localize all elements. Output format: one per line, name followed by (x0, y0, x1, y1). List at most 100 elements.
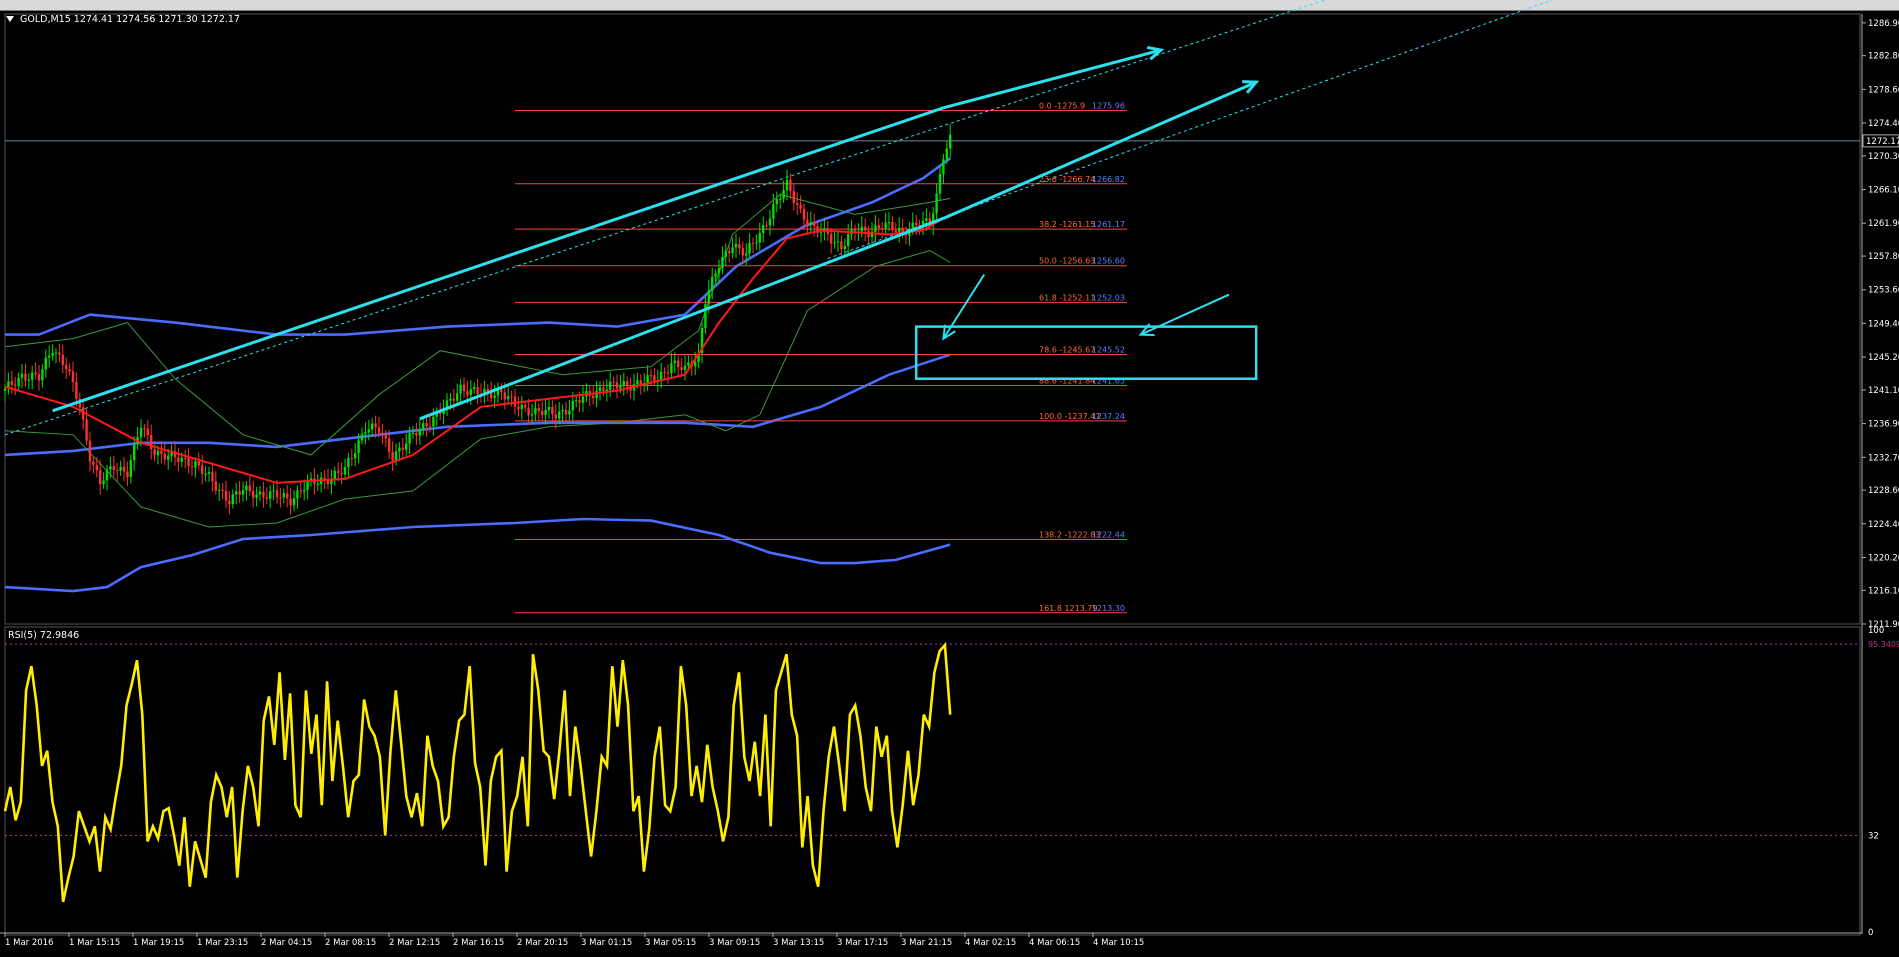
candle-body (561, 409, 564, 412)
candle (143, 423, 146, 438)
candle-body (564, 409, 568, 415)
candle (371, 418, 374, 437)
pointer-arrow[interactable] (1140, 293, 1230, 336)
candle (282, 488, 285, 504)
candle-body (354, 453, 357, 459)
channel-lower-line[interactable] (419, 217, 944, 421)
channel-upper-line[interactable] (52, 106, 944, 413)
candle-body (197, 461, 200, 466)
candle-body (54, 352, 58, 354)
candle-body (524, 404, 527, 408)
candle (299, 481, 302, 498)
candle (286, 484, 289, 508)
candle-body (333, 470, 336, 479)
candle-body (235, 491, 238, 495)
candle (320, 471, 323, 493)
rsi-pane[interactable] (3, 626, 1861, 936)
candle-body (422, 423, 425, 429)
chart-area[interactable]: 0.0 -1275.9 1275.96 23.6 -1266.741266.82 38… (0, 0, 1899, 957)
candle-body (75, 382, 78, 399)
candle (394, 443, 398, 466)
candle-body (456, 393, 459, 401)
candle (496, 382, 500, 404)
time-tick-label: 4 Mar 06:15 (1029, 938, 1080, 948)
candle-body (507, 396, 510, 400)
candle-body (677, 360, 680, 368)
channel-upper-arrow[interactable] (943, 48, 1162, 110)
candle (884, 212, 887, 236)
candle-body (775, 199, 778, 205)
candle (255, 487, 258, 507)
candle-body (680, 367, 683, 371)
candle-body (241, 490, 245, 495)
candle-body (847, 234, 850, 247)
candle-body (745, 253, 748, 256)
candle-body (449, 398, 452, 401)
candle (520, 395, 523, 420)
time-tick-label: 4 Mar 10:15 (1093, 938, 1144, 948)
candle-body (27, 379, 30, 381)
price-pane[interactable]: 0.0 -1275.9 1275.96 23.6 -1266.741266.82 38… (3, 0, 1861, 625)
candle (663, 367, 666, 380)
candle (82, 400, 85, 430)
price-tick-label: 1232.70 (1868, 453, 1899, 463)
candle (31, 365, 34, 390)
candle-body (92, 461, 95, 466)
candle (908, 221, 911, 246)
candle-body (133, 443, 136, 461)
candle-body (394, 451, 398, 461)
time-tick-label: 2 Mar 12:15 (389, 938, 440, 948)
candle-body (112, 466, 115, 470)
fib-level-label: 61.8 -1252.11 (1039, 293, 1095, 302)
candle (333, 466, 336, 486)
candle (347, 452, 350, 478)
candle-body (37, 374, 41, 381)
candle (585, 383, 588, 403)
candle-body (347, 458, 350, 468)
candle (677, 355, 680, 376)
candle-body (71, 371, 75, 383)
candle (92, 456, 95, 474)
price-tick-label: 1220.20 (1868, 553, 1899, 563)
candle (340, 462, 343, 485)
candle (228, 491, 231, 515)
candle (561, 404, 564, 421)
fib-level-label: 161.8 1213.79 (1039, 604, 1098, 613)
candle (102, 472, 105, 489)
time-tick-label: 4 Mar 02:15 (965, 938, 1016, 948)
candle (381, 424, 384, 445)
candle-body (527, 407, 530, 416)
triangle-down-icon[interactable] (6, 16, 14, 22)
candle-body (819, 231, 823, 233)
candle-body (367, 429, 370, 433)
time-tick-label: 1 Mar 15:15 (69, 938, 120, 948)
candle-body (211, 472, 214, 482)
candle (609, 372, 612, 397)
candle (279, 488, 282, 508)
candle-body (945, 148, 948, 160)
pointer-arrow[interactable] (942, 273, 986, 340)
candle-body (238, 491, 241, 495)
candle-body (843, 246, 846, 250)
candle (462, 377, 466, 398)
candle (898, 217, 901, 243)
candle (575, 396, 578, 407)
candle-body (374, 423, 377, 428)
candle (248, 476, 251, 496)
candle (435, 407, 438, 427)
candle (184, 450, 187, 469)
price-tick-label: 1249.40 (1868, 319, 1899, 329)
candle (65, 357, 68, 380)
candle (823, 217, 826, 241)
price-tick-label: 1270.30 (1868, 152, 1899, 162)
candle-body (303, 489, 306, 492)
candle-body (751, 242, 755, 244)
candle-body (469, 389, 472, 396)
candle-body (473, 387, 476, 390)
candle-body (748, 242, 751, 254)
candle (119, 460, 122, 476)
candle (864, 218, 867, 242)
candle-body (405, 443, 408, 450)
candle-body (935, 193, 938, 214)
candle-body (10, 381, 13, 385)
